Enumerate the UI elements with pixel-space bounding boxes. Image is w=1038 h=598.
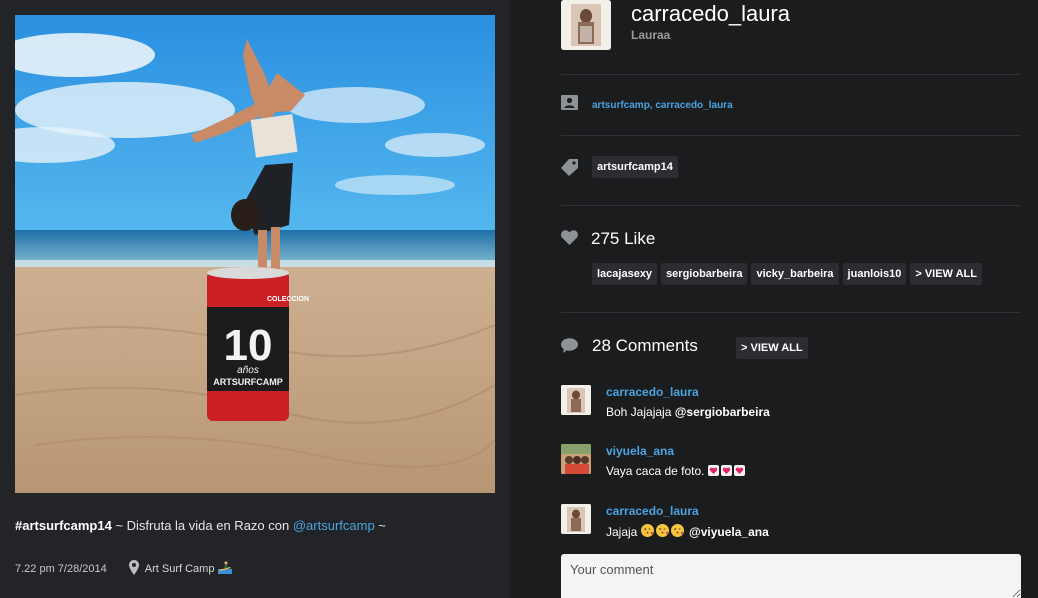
can-label-top: COLECCION	[267, 296, 309, 303]
can-label-years: años	[237, 365, 259, 376]
details-panel: carracedo_laura Lauraa artsurfcamp, carr…	[510, 0, 1038, 598]
divider	[561, 205, 1021, 206]
view-all-likes-button[interactable]: > VIEW ALL	[910, 263, 982, 285]
likers-list: lacajasexy sergiobarbeira vicky_barbeira…	[592, 263, 986, 285]
comments-count: 28 Comments	[592, 336, 698, 355]
view-all-comments-button[interactable]: > VIEW ALL	[736, 337, 808, 359]
caption-mention[interactable]: @artsurfcamp	[293, 518, 375, 533]
divider	[561, 312, 1021, 313]
hashtag-list: artsurfcamp14	[592, 156, 682, 178]
caption-text: ~ Disfruta la vida en Razo con	[111, 518, 293, 533]
heart-letter-emoji-icon	[707, 465, 719, 476]
comment-avatar[interactable]	[561, 385, 591, 415]
comment-input[interactable]	[561, 554, 1021, 598]
comment-mention[interactable]: @sergiobarbeira	[675, 405, 770, 419]
post-location[interactable]: Art Surf Camp	[145, 563, 215, 575]
heart-letter-emoji-icon	[720, 465, 732, 476]
liker-chip[interactable]: lacajasexy	[592, 263, 658, 285]
liker-chip[interactable]: vicky_barbeira	[751, 263, 839, 285]
caption-end: ~	[374, 518, 386, 533]
can-label-number: 10	[224, 321, 273, 370]
heart-icon	[561, 230, 578, 250]
comment-avatar[interactable]	[561, 444, 591, 474]
author-fullname: Lauraa	[631, 28, 671, 42]
kiss-face-emoji-icon	[670, 524, 684, 537]
tagged-users[interactable]: artsurfcamp, carracedo_laura	[592, 100, 733, 111]
caption-hashtag[interactable]: #artsurfcamp14	[15, 518, 112, 533]
liker-chip[interactable]: sergiobarbeira	[661, 263, 748, 285]
comment-username[interactable]: carracedo_laura	[606, 504, 699, 518]
can-label-brand: ARTSURFCAMP	[213, 377, 283, 387]
divider	[561, 135, 1021, 136]
post-timestamp: 7.22 pm 7/28/2014	[15, 563, 107, 575]
tag-icon	[561, 159, 578, 181]
divider	[561, 74, 1021, 75]
post-photo[interactable]: COLECCION 10 años ARTSURFCAMP	[15, 15, 495, 493]
heart-letter-emoji-icon	[733, 465, 745, 476]
comment-text: Boh Jajajaja @sergiobarbeira	[606, 405, 770, 419]
comment-bubble-icon	[561, 338, 578, 358]
hashtag-chip[interactable]: artsurfcamp14	[592, 156, 678, 178]
post-meta: 7.22 pm 7/28/2014 Art Surf Camp	[15, 560, 233, 578]
kiss-face-emoji-icon	[655, 524, 669, 537]
comment-avatar[interactable]	[561, 504, 591, 534]
tagged-users-icon	[561, 95, 578, 115]
author-username[interactable]: carracedo_laura	[631, 1, 790, 27]
post-caption: #artsurfcamp14 ~ Disfruta la vida en Raz…	[15, 518, 386, 533]
surfer-emoji-icon	[218, 561, 233, 577]
post-panel: COLECCION 10 años ARTSURFCAMP #artsurfca…	[0, 0, 510, 598]
comment-username[interactable]: viyuela_ana	[606, 444, 674, 458]
comment-username[interactable]: carracedo_laura	[606, 385, 699, 399]
comment-mention[interactable]: @viyuela_ana	[689, 525, 769, 539]
kiss-face-emoji-icon	[640, 524, 654, 537]
comment-text: Jajaja @viyuela_ana	[606, 524, 769, 539]
location-pin-icon	[128, 560, 139, 578]
author-avatar[interactable]	[561, 0, 611, 50]
beach-handstand-image: COLECCION 10 años ARTSURFCAMP	[15, 15, 495, 493]
comment-text: Vaya caca de foto.	[606, 464, 747, 478]
liker-chip[interactable]: juanlois10	[842, 263, 907, 285]
likes-count: 275 Like	[591, 229, 656, 248]
